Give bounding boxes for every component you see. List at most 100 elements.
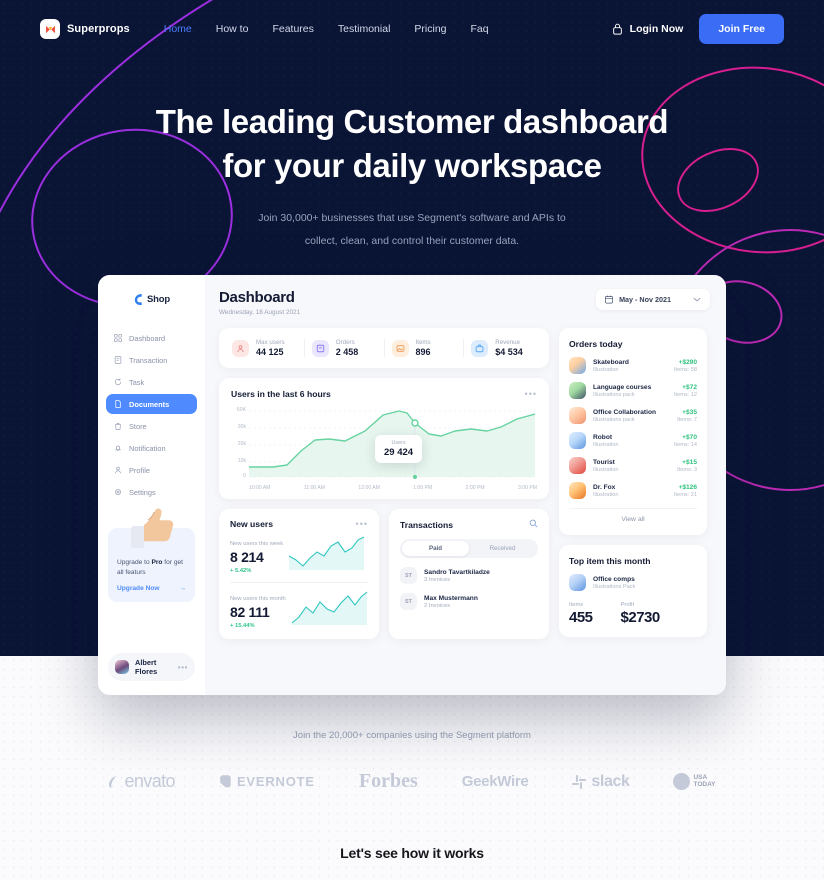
nav-link-pricing[interactable]: Pricing (414, 23, 446, 35)
new-users-card: New users ••• New users this week 8 214 … (219, 509, 379, 639)
new-users-week-label: New users this week (230, 541, 284, 547)
logo-forbes: Forbes (359, 770, 418, 793)
sidebar-label-transaction: Transaction (129, 355, 168, 365)
user-menu-icon[interactable]: ••• (178, 663, 188, 672)
tab-received[interactable]: Received (469, 541, 536, 556)
order-row[interactable]: Tourist Illustration +$15 Items: 3 (569, 457, 697, 474)
tooltip-value: 29 424 (384, 447, 414, 458)
how-it-works-section: Let's see how it works (0, 845, 824, 861)
transactions-tabs: Paid Received (400, 539, 538, 558)
sidebar-user-chip[interactable]: Albert Flores ••• (108, 653, 195, 681)
sidebar-item-transaction[interactable]: Transaction (106, 350, 197, 370)
top-item-thumbnail (569, 574, 586, 591)
order-row[interactable]: Robot Illustration +$70 Items: 14 (569, 432, 697, 449)
y-tick: 60K (236, 407, 246, 413)
login-label: Login Now (629, 23, 684, 35)
order-price: +$15 (682, 458, 697, 466)
upgrade-text-pre: Upgrade to (117, 559, 152, 566)
user-name: Albert Flores (135, 658, 158, 676)
top-item-stats: Items 455 Profit $2730 (569, 602, 697, 626)
sidebar-item-notification[interactable]: Notification (106, 438, 197, 458)
stat-card-orders: Orders 2 458 (305, 339, 385, 357)
calendar-icon (605, 295, 613, 304)
nav-link-faq[interactable]: Faq (471, 23, 489, 35)
new-users-menu-icon[interactable]: ••• (356, 519, 368, 529)
usatoday-dot-icon (673, 773, 691, 790)
view-all-button[interactable]: View all (569, 508, 697, 530)
nav-link-testimonial[interactable]: Testimonial (338, 23, 391, 35)
order-price: +$290 (678, 358, 697, 366)
sidebar-item-documents[interactable]: Documents (106, 394, 197, 414)
date-range-picker[interactable]: May - Nov 2021 (596, 289, 710, 310)
order-items: Items: 3 (677, 466, 697, 473)
hero-section: The leading Customer dashboard for your … (0, 100, 824, 253)
order-row[interactable]: Language courses Illustrations pack +$72… (569, 382, 697, 399)
order-row[interactable]: Dr. Fox Illustration +$126 Items: 21 (569, 482, 697, 499)
page-title: Dashboard (219, 289, 295, 306)
order-thumbnail (569, 382, 586, 399)
transactions-title: Transactions (400, 519, 454, 530)
brand-logo[interactable]: Superprops (40, 19, 130, 39)
top-item-profit-value: $2730 (620, 609, 661, 626)
user-avatar (115, 660, 129, 674)
sidebar-label-profile: Profile (129, 465, 150, 475)
upgrade-now-link[interactable]: Upgrade Now → (117, 585, 186, 592)
order-row[interactable]: Skateboard Illustration +$290 Items: 58 (569, 357, 697, 374)
login-button[interactable]: Login Now (612, 23, 684, 35)
new-users-month-delta: + 15.44% (230, 623, 255, 629)
chart-y-axis: 60K 30k 20k 10k 0 (231, 407, 248, 479)
date-range-label: May - Nov 2021 (619, 295, 671, 304)
top-item-sub: Illustrations Pack (593, 583, 636, 590)
shop-logo[interactable]: Shop (98, 293, 205, 306)
slack-icon (572, 774, 587, 789)
sparkline-week (288, 536, 365, 570)
sidebar-item-task[interactable]: Task (106, 372, 197, 392)
logo-label: USA TODAY (693, 774, 715, 788)
new-users-week: New users this week 8 214 + 5.42% (230, 536, 368, 574)
new-users-title: New users (230, 519, 273, 529)
nav-link-home[interactable]: Home (164, 23, 192, 35)
nav-actions: Login Now Join Free (612, 14, 784, 44)
sidebar-item-dashboard[interactable]: Dashboard (106, 328, 197, 348)
sidebar-label-notification: Notification (129, 443, 166, 453)
transaction-row[interactable]: ST Max Mustermann 2 Invoices (400, 593, 538, 610)
upgrade-text: Upgrade to Pro for get all featurs (117, 558, 186, 578)
grid-icon (114, 334, 122, 342)
sidebar-item-profile[interactable]: Profile (106, 460, 197, 480)
new-users-divider (230, 582, 368, 583)
stat-value: 896 (415, 347, 431, 357)
top-item-card: Top item this month Office comps Illustr… (559, 545, 707, 637)
stat-card-items: Items 896 (385, 339, 465, 357)
nav-link-features[interactable]: Features (272, 23, 313, 35)
order-thumbnail (569, 432, 586, 449)
order-price: +$126 (678, 483, 697, 491)
search-icon[interactable] (529, 519, 538, 530)
arrow-right-icon: → (179, 585, 186, 593)
sparkline-month (291, 591, 368, 625)
order-name: Skateboard (593, 358, 629, 366)
transaction-row[interactable]: ST Sandro Tavartkiladze 3 Invoices (400, 567, 538, 584)
transactions-card: Transactions Paid Received ST Sandro Tav… (389, 509, 549, 639)
orders-today-title: Orders today (569, 339, 623, 349)
logo-geekwire: GeekWire (462, 773, 529, 790)
document-icon (115, 400, 121, 408)
tab-paid[interactable]: Paid (402, 541, 469, 556)
join-free-button[interactable]: Join Free (699, 14, 784, 44)
dashboard-main: Dashboard Wednesday, 18 August 2021 May … (205, 275, 726, 695)
stat-card-max-users: Max users 44 125 (225, 339, 305, 357)
top-navigation: Superprops Home How to Features Testimon… (0, 0, 824, 58)
top-item-items-label: Items (569, 602, 584, 608)
order-meta: +$35 Items: 7 (677, 409, 697, 423)
transaction-name: Sandro Tavartkiladze (424, 568, 490, 576)
logo-envato: envato (108, 771, 176, 792)
hero-title: The leading Customer dashboard for your … (0, 100, 824, 187)
chart-menu-icon[interactable]: ••• (525, 389, 537, 399)
order-row[interactable]: Office Collaboration Illustrations pack … (569, 407, 697, 424)
order-meta: +$15 Items: 3 (677, 459, 697, 473)
dashboard-right-column: Orders today Skateboard Illustration +$2… (559, 328, 707, 639)
sidebar-item-settings[interactable]: Settings (106, 482, 197, 502)
sidebar-item-store[interactable]: Store (106, 416, 197, 436)
brand-name: Superprops (67, 23, 130, 35)
nav-link-how-to[interactable]: How to (216, 23, 249, 35)
new-users-header: New users ••• (230, 519, 368, 529)
